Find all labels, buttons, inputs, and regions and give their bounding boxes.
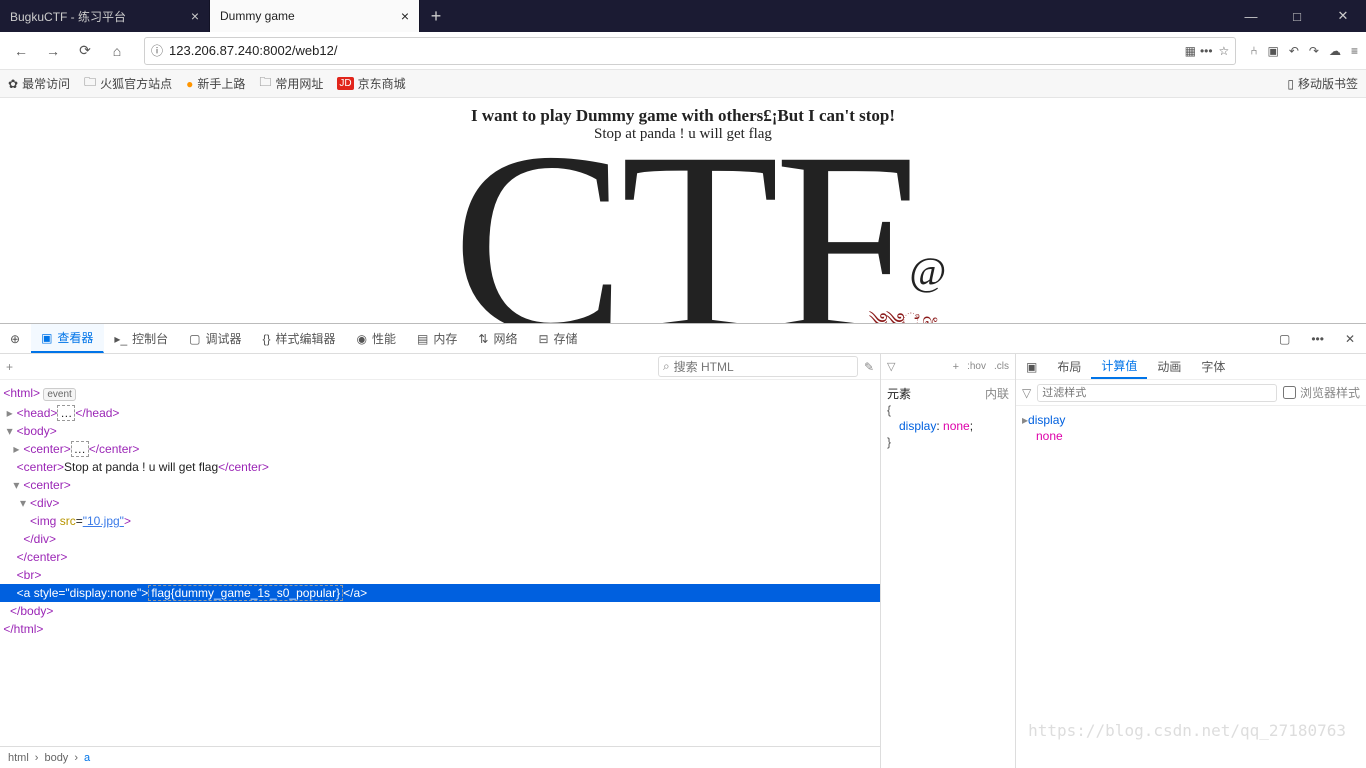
tab-performance[interactable]: ◉性能 bbox=[347, 324, 408, 353]
browser-styles-checkbox[interactable]: 浏览器样式 bbox=[1283, 384, 1360, 401]
tab-title: BugkuCTF - 练习平台 bbox=[10, 8, 126, 25]
scribble: ༄༄ೋ bbox=[869, 298, 936, 323]
undo-icon[interactable]: ↶ bbox=[1289, 44, 1299, 58]
filter-icon: ▽ bbox=[1022, 386, 1031, 400]
home-button[interactable]: ⌂ bbox=[104, 38, 130, 64]
filter-icon[interactable]: ▽ bbox=[887, 360, 895, 373]
add-rule-icon[interactable]: + bbox=[953, 361, 959, 373]
search-icon: ⌕ bbox=[663, 359, 670, 374]
search-html-input[interactable] bbox=[674, 360, 853, 374]
ctf-image: CTF bbox=[0, 113, 1366, 323]
tab-memory[interactable]: ▤内存 bbox=[407, 324, 468, 353]
tab-debugger[interactable]: ▢调试器 bbox=[179, 324, 252, 353]
at-symbol: @ bbox=[909, 248, 946, 295]
memory-icon: ▤ bbox=[417, 332, 428, 346]
tab-active[interactable]: Dummy game × bbox=[210, 0, 420, 32]
console-icon: ▸_ bbox=[114, 332, 127, 346]
inspector-icon: ▣ bbox=[41, 331, 52, 345]
tab-network[interactable]: ⇅网络 bbox=[468, 324, 528, 353]
qr-icon[interactable]: ▦ bbox=[1185, 44, 1194, 58]
star-icon[interactable]: ☆ bbox=[1219, 44, 1230, 58]
firefox-icon: ● bbox=[186, 77, 193, 91]
eyedropper-icon[interactable]: ✎ bbox=[864, 360, 874, 374]
menu-icon[interactable]: ≡ bbox=[1351, 44, 1358, 58]
devtools-close-icon[interactable]: ✕ bbox=[1335, 324, 1366, 353]
storage-icon: ⊟ bbox=[538, 332, 548, 346]
tab-styleeditor[interactable]: {}样式编辑器 bbox=[253, 324, 347, 353]
url-bar[interactable]: ⓘ ▦ ••• ☆ bbox=[144, 37, 1236, 65]
sidebar-icon[interactable]: ▣ bbox=[1268, 44, 1279, 58]
debugger-icon: ▢ bbox=[189, 332, 200, 346]
new-tab-button[interactable]: + bbox=[420, 0, 452, 32]
browser-toolbar: ← → ⟳ ⌂ ⓘ ▦ ••• ☆ ⑃ ▣ ↶ ↷ ☁ ≡ bbox=[0, 32, 1366, 70]
perf-icon: ◉ bbox=[357, 332, 367, 346]
rules-panel: ▽ + :hov .cls 元素 内联 { display: none; } bbox=[881, 354, 1016, 768]
hov-toggle[interactable]: :hov bbox=[967, 361, 986, 372]
bookmark-item[interactable]: 🗀常用网址 bbox=[259, 73, 323, 94]
filter-styles-input[interactable] bbox=[1037, 384, 1277, 402]
sidetab-layout[interactable]: 布局 bbox=[1047, 354, 1091, 379]
bookmark-item[interactable]: JD京东商城 bbox=[337, 75, 405, 92]
network-icon: ⇅ bbox=[478, 332, 488, 346]
back-button[interactable]: ← bbox=[8, 38, 34, 64]
gear-icon: ✿ bbox=[8, 77, 18, 91]
bookmarks-bar: ✿最常访问 🗀火狐官方站点 ●新手上路 🗀常用网址 JD京东商城 ▯移动版书签 bbox=[0, 70, 1366, 98]
mobile-icon: ▯ bbox=[1287, 77, 1294, 91]
add-element-icon[interactable]: + bbox=[6, 360, 13, 374]
selected-node[interactable]: <a style="display:none">flag{dummy_game_… bbox=[0, 584, 880, 602]
mobile-bookmarks[interactable]: ▯移动版书签 bbox=[1287, 75, 1358, 92]
watermark: https://blog.csdn.net/qq_27180763 bbox=[1028, 721, 1346, 740]
sidetab-fonts[interactable]: 字体 bbox=[1191, 354, 1235, 379]
tab-inactive[interactable]: BugkuCTF - 练习平台 × bbox=[0, 0, 210, 32]
devtools: ⊕ ▣查看器 ▸_控制台 ▢调试器 {}样式编辑器 ◉性能 ▤内存 ⇅网络 ⊟存… bbox=[0, 323, 1366, 768]
jd-icon: JD bbox=[337, 77, 353, 90]
side-panel: ▣ 布局 计算值 动画 字体 ▽ 浏览器样式 ▸display none bbox=[1016, 354, 1366, 768]
tab-inspector[interactable]: ▣查看器 bbox=[31, 324, 104, 353]
sidetab-computed[interactable]: 计算值 bbox=[1091, 354, 1147, 379]
reload-button[interactable]: ⟳ bbox=[72, 38, 98, 64]
close-icon[interactable]: × bbox=[191, 8, 199, 24]
tab-console[interactable]: ▸_控制台 bbox=[104, 324, 179, 353]
tab-title: Dummy game bbox=[220, 9, 295, 23]
devtools-dock-icon[interactable]: ▢ bbox=[1269, 324, 1301, 353]
bookmark-item[interactable]: ●新手上路 bbox=[186, 75, 245, 92]
chat-icon[interactable]: ☁ bbox=[1329, 44, 1341, 58]
more-icon[interactable]: ••• bbox=[1200, 44, 1213, 58]
devtools-tabs: ⊕ ▣查看器 ▸_控制台 ▢调试器 {}样式编辑器 ◉性能 ▤内存 ⇅网络 ⊟存… bbox=[0, 324, 1366, 354]
cls-toggle[interactable]: .cls bbox=[994, 361, 1009, 372]
sidetab-animations[interactable]: 动画 bbox=[1147, 354, 1191, 379]
inspector-panel: + ⌕ ✎ <html> event ▸<head>…</head> ▾<bod… bbox=[0, 354, 881, 768]
devtools-pick-icon[interactable]: ⊕ bbox=[0, 324, 31, 353]
redo-icon[interactable]: ↷ bbox=[1309, 44, 1319, 58]
close-window-icon[interactable]: ✕ bbox=[1320, 0, 1366, 32]
folder-icon: 🗀 bbox=[259, 73, 271, 94]
info-icon[interactable]: ⓘ bbox=[151, 42, 163, 59]
url-input[interactable] bbox=[169, 43, 1179, 58]
library-icon[interactable]: ⑃ bbox=[1250, 44, 1257, 58]
forward-button[interactable]: → bbox=[40, 38, 66, 64]
devtools-more-icon[interactable]: ••• bbox=[1301, 324, 1335, 353]
close-icon[interactable]: × bbox=[401, 8, 409, 24]
breadcrumb[interactable]: html› body› a bbox=[0, 746, 880, 768]
page-content: I want to play Dummy game with others£¡B… bbox=[0, 98, 1366, 323]
bookmark-item[interactable]: 🗀火狐官方站点 bbox=[84, 73, 172, 94]
tab-storage[interactable]: ⊟存储 bbox=[528, 324, 588, 353]
bookmark-item[interactable]: ✿最常访问 bbox=[8, 75, 70, 92]
html-tree[interactable]: <html> event ▸<head>…</head> ▾<body> ▸<c… bbox=[0, 380, 880, 746]
minimize-icon[interactable]: — bbox=[1228, 0, 1274, 32]
style-icon: {} bbox=[263, 332, 271, 346]
browser-tabstrip: BugkuCTF - 练习平台 × Dummy game × + — □ ✕ bbox=[0, 0, 1366, 32]
folder-icon: 🗀 bbox=[84, 73, 96, 94]
sidetab-layout-icon[interactable]: ▣ bbox=[1016, 354, 1047, 379]
maximize-icon[interactable]: □ bbox=[1274, 0, 1320, 32]
